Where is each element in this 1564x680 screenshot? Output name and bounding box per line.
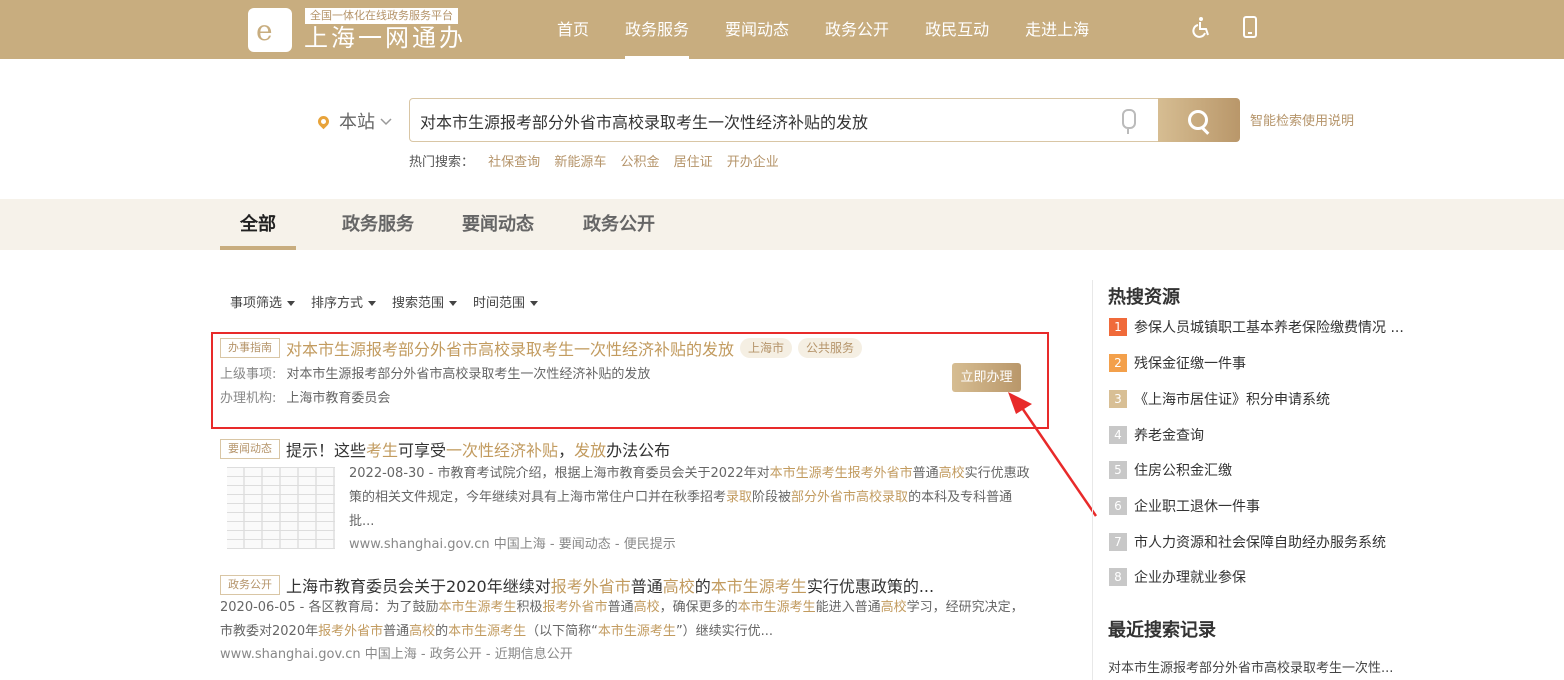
search-help-link[interactable]: 智能检索使用说明 [1250, 110, 1354, 129]
result-item: 政务公开 上海市教育委员会关于2020年继续对报考外省市普通高校的本市生源考生实行… [220, 573, 1050, 666]
hot-resource-item[interactable]: 3 《上海市居住证》积分申请系统 [1109, 389, 1330, 409]
platform-tag: 全国一体化在线政务服务平台 [305, 8, 458, 24]
microphone-icon[interactable] [1122, 109, 1136, 134]
result-source: www.shanghai.gov.cn 中国上海 - 要闻动态 - 便民提示 [349, 537, 676, 552]
chevron-down-icon [380, 118, 392, 126]
filter-bar: 事项筛选 排序方式 搜索范围 时间范围 [230, 292, 554, 311]
result-title-link[interactable]: 提示！这些考生可享受一次性经济补贴，发放办法公布 [286, 441, 670, 460]
nav-item-shanghai[interactable]: 走进上海 [1025, 0, 1089, 59]
hot-term-residence-permit[interactable]: 居住证 [674, 155, 713, 170]
scope-label: 本站 [339, 112, 375, 133]
hot-resource-item[interactable]: 5 住房公积金汇缴 [1109, 460, 1232, 480]
hot-resource-item[interactable]: 7 市人力资源和社会保障自助经办服务系统 [1109, 532, 1386, 552]
filter-item-type[interactable]: 事项筛选 [230, 292, 296, 311]
hot-resources-title: 热搜资源 [1108, 287, 1180, 308]
nav-item-interaction[interactable]: 政民互动 [925, 0, 989, 59]
mobile-icon[interactable] [1243, 16, 1257, 43]
location-pin-icon [315, 113, 332, 129]
result-type-tag: 要闻动态 [220, 439, 280, 459]
tab-services[interactable]: 政务服务 [342, 199, 414, 250]
sidebar-divider [1092, 280, 1093, 680]
filter-scope[interactable]: 搜索范围 [392, 292, 458, 311]
main-nav: 首页 政务服务 要闻动态 政务公开 政民互动 走进上海 [557, 0, 1125, 59]
filter-time[interactable]: 时间范围 [473, 292, 539, 311]
nav-item-home[interactable]: 首页 [557, 0, 589, 59]
caret-down-icon [449, 301, 458, 306]
tab-all[interactable]: 全部 [220, 199, 296, 250]
scope-select[interactable]: 本站 [315, 108, 393, 134]
result-summary: 2022-08-30 - 市教育考试院介绍，根据上海市教育委员会关于2022年对… [349, 466, 1030, 529]
caret-down-icon [530, 301, 539, 306]
nav-item-services[interactable]: 政务服务 [625, 0, 690, 59]
top-header: e 全国一体化在线政务服务平台 上海一网通办 首页 政务服务 要闻动态 政务公开… [0, 0, 1564, 59]
hot-term-new-energy-car[interactable]: 新能源车 [554, 155, 606, 170]
hot-resource-item[interactable]: 4 养老金查询 [1109, 425, 1204, 445]
caret-down-icon [368, 301, 377, 306]
search-button[interactable] [1158, 98, 1240, 142]
result-item: 要闻动态 提示！这些考生可享受一次性经济补贴，发放办法公布 2022-08-30 … [220, 437, 1050, 552]
hot-resource-item[interactable]: 8 企业办理就业参保 [1109, 567, 1246, 587]
result-thumbnail[interactable] [227, 467, 335, 549]
hot-search: 热门搜索： 社保查询 新能源车 公积金 居住证 开办企业 [409, 151, 779, 170]
hot-search-label: 热门搜索： [409, 155, 475, 170]
recent-search-title: 最近搜索记录 [1108, 620, 1216, 641]
annotation-highlight-box [211, 332, 1049, 429]
site-name[interactable]: 上海一网通办 [304, 24, 466, 52]
hot-term-start-business[interactable]: 开办企业 [727, 155, 779, 170]
result-tabs: 全部 政务服务 要闻动态 政务公开 [0, 199, 1564, 250]
tab-news[interactable]: 要闻动态 [462, 199, 534, 250]
result-summary: 2020-06-05 - 各区教育局：为了鼓励本市生源考生积极报考外省市普通高校… [220, 600, 1024, 639]
result-type-tag: 政务公开 [220, 575, 280, 595]
hot-term-social-security[interactable]: 社保查询 [488, 155, 540, 170]
hot-resource-item[interactable]: 2 残保金征缴一件事 [1109, 353, 1246, 373]
nav-item-public[interactable]: 政务公开 [825, 0, 889, 59]
logo-icon[interactable]: e [248, 8, 292, 52]
result-source: www.shanghai.gov.cn 中国上海 - 政务公开 - 近期信息公开 [220, 647, 573, 662]
recent-search-item[interactable]: 对本市生源报考部分外省市高校录取考生一次性... [1108, 657, 1393, 676]
caret-down-icon [287, 301, 296, 306]
search-icon [1188, 110, 1208, 130]
search-input[interactable] [418, 99, 1122, 143]
nav-item-news[interactable]: 要闻动态 [725, 0, 789, 59]
accessibility-icon[interactable] [1192, 16, 1212, 43]
result-title-link[interactable]: 上海市教育委员会关于2020年继续对报考外省市普通高校的本市生源考生实行优惠政策… [286, 577, 934, 596]
filter-sort[interactable]: 排序方式 [311, 292, 377, 311]
hot-term-housing-fund[interactable]: 公积金 [620, 155, 659, 170]
tab-public[interactable]: 政务公开 [583, 199, 655, 250]
hot-resource-item[interactable]: 6 企业职工退休一件事 [1109, 496, 1260, 516]
result-body: 2022-08-30 - 市教育考试院介绍，根据上海市教育委员会关于2022年对… [349, 462, 1031, 556]
hot-resource-item[interactable]: 1 参保人员城镇职工基本养老保险缴费情况 ... [1109, 317, 1404, 337]
search-box [409, 98, 1240, 143]
